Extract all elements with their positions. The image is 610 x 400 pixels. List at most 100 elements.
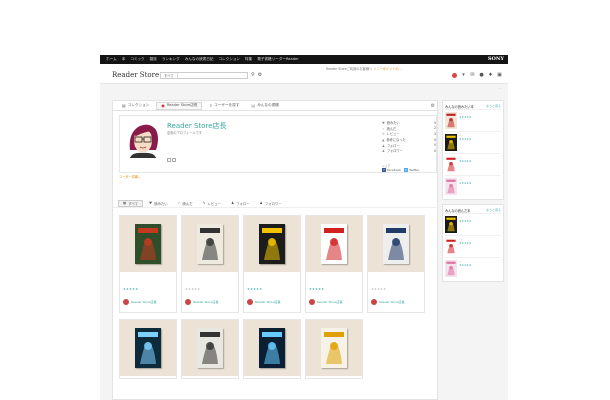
sidebar-book-item[interactable]: … ★★★★★ [445, 235, 501, 257]
book-card[interactable] [243, 319, 301, 379]
profile-meta: … [167, 151, 170, 155]
top-nav-item[interactable]: みんなの読書日記 [185, 57, 214, 62]
book-card[interactable]: ★★★★★ Reader Store店長 [305, 215, 363, 313]
twitter-share-button[interactable]: t Twitter [404, 168, 419, 172]
stat-followers[interactable]: ♟ フォロワー 0 [382, 148, 436, 154]
top-nav-item[interactable]: コミック [130, 57, 144, 62]
book-cover[interactable] [259, 224, 285, 264]
filter-label: 読んだ [182, 201, 193, 206]
mail-icon[interactable]: ✉ [470, 73, 475, 78]
more-link[interactable]: もっと見る [486, 104, 501, 108]
book-cover[interactable] [197, 224, 223, 264]
book-cover[interactable] [321, 224, 347, 264]
book-cover[interactable] [259, 328, 285, 368]
reader-store-logo[interactable]: Reader Store [112, 71, 159, 79]
filter-follow[interactable]: ♟ フォロー [227, 200, 254, 207]
sony-logo[interactable]: SONY [488, 56, 504, 62]
check-icon: ✓ [177, 201, 181, 205]
sidebar-book-rating: ★★★★★ [459, 218, 472, 223]
notice-link[interactable]: ソニーポイントの… [373, 67, 402, 71]
sidebar-book-item[interactable]: … ★★★★★ [445, 131, 501, 153]
book-card[interactable]: ★★★★★ Reader Store店長 [181, 215, 239, 313]
book-card[interactable] [181, 319, 239, 379]
more-link[interactable]: もっと見る [486, 208, 501, 212]
sidebar-book-item[interactable]: … ★★★★★ [445, 213, 501, 235]
book-reviewer[interactable]: Reader Store店長 [309, 299, 343, 305]
sidebar-book-text: … ★★★★★ [459, 260, 472, 277]
top-nav-item[interactable]: 特集 [245, 57, 252, 62]
top-nav-item[interactable]: 電子書籍リーダーReader [257, 57, 298, 62]
sidebar-book-item[interactable]: … ★★★★★ [445, 175, 501, 197]
book-reviewer[interactable]: Reader Store店長 [247, 299, 281, 305]
chevron-down-icon[interactable]: ▾ [461, 73, 466, 78]
sidebar-book-rating: ★★★★★ [459, 114, 472, 119]
sidebar-book-cover[interactable] [445, 238, 457, 255]
tab-find-users[interactable]: ⚲ ユーザーを探す [204, 102, 244, 110]
header-sublink[interactable]: … [499, 86, 502, 90]
cart-icon[interactable]: ▣ [497, 73, 502, 78]
stat-label: レビュー [386, 132, 400, 137]
sidebar-book-item[interactable]: … ★★★★★ [445, 153, 501, 175]
sidebar-book-cover[interactable] [445, 178, 457, 195]
user-avatar[interactable] [452, 73, 457, 78]
sidebar-book-cover[interactable] [445, 216, 457, 233]
facebook-icon: f [382, 168, 386, 172]
tab-label: コレクション [127, 103, 150, 107]
avatar-icon: ● [161, 103, 165, 108]
filter-review[interactable]: ✎ レビュー [199, 200, 225, 207]
book-cover[interactable] [383, 224, 409, 264]
sidebar-book-item[interactable]: … ★★★★★ [445, 257, 501, 279]
sidebar-book-cover[interactable] [445, 112, 457, 129]
filter-read[interactable]: ✓ 読んだ [174, 200, 197, 207]
search-scope-select[interactable]: すべて [161, 73, 178, 78]
tab-everyone-shelf[interactable]: ▤ みんなの書棚 [246, 102, 283, 110]
notification-icon[interactable]: ● [479, 73, 484, 78]
sidebar-panel-title: みんなの読みたい本 [445, 104, 474, 109]
book-reviewer[interactable]: Reader Store店長 [371, 299, 405, 305]
stat-label: 読みたい [386, 121, 400, 126]
book-cover[interactable] [135, 328, 161, 368]
tab-store-manager[interactable]: ● Reader Store店長 [156, 101, 203, 110]
top-nav-item[interactable]: 本 [122, 57, 126, 62]
filter-all[interactable]: ▦ すべて [118, 199, 144, 207]
book-card[interactable]: ★★★★★ Reader Store店長 [243, 215, 301, 313]
tab-collection[interactable]: ▦ コレクション [117, 102, 154, 110]
top-nav-item[interactable]: ランキング [162, 57, 180, 62]
sidebar-book-rating: ★★★★★ [459, 262, 472, 267]
book-card[interactable]: ★★★★★ Reader Store店長 [367, 215, 425, 313]
collection-icon: ▦ [122, 103, 126, 108]
top-nav-item[interactable]: コレクション [218, 57, 240, 62]
sidebar-book-item[interactable]: … ★★★★★ [445, 109, 501, 131]
search-input[interactable] [177, 73, 247, 78]
filter-followers[interactable]: ♟ フォロワー [256, 200, 286, 207]
coupon-icon[interactable]: ♦ [488, 73, 493, 78]
right-sidebar: みんなの読みたい本 もっと見る … ★★★★★ … ★★★★★ … ★★★★★ … ★★… [442, 100, 504, 400]
book-reviewer[interactable]: Reader Store店長 [185, 299, 219, 305]
book-reviewer[interactable]: Reader Store店長 [123, 299, 157, 305]
tab-label: ユーザーを探す [214, 103, 240, 107]
top-nav-item[interactable]: 雑誌 [150, 57, 157, 62]
book-card[interactable] [119, 319, 177, 379]
book-cover[interactable] [135, 224, 161, 264]
avatar [123, 299, 129, 305]
sidebar-book-cover[interactable] [445, 260, 457, 277]
stat-label: 参考になった [386, 138, 406, 143]
filter-want-to-read[interactable]: ♥ 読みたい [145, 200, 172, 207]
book-cover[interactable] [197, 328, 223, 368]
sidebar-book-cover[interactable] [445, 134, 457, 151]
sidebar-panel-want: みんなの読みたい本 もっと見る … ★★★★★ … ★★★★★ … ★★★★★ … ★★… [442, 100, 504, 200]
facebook-share-button[interactable]: f Facebook [382, 168, 401, 172]
book-cover[interactable] [321, 328, 347, 368]
book-card[interactable] [305, 319, 363, 379]
reviewer-name: Reader Store店長 [379, 300, 405, 304]
book-cover-frame [244, 216, 300, 272]
top-nav-item[interactable]: ホーム [106, 57, 117, 62]
gear-icon[interactable]: ⚙ [431, 103, 435, 109]
follower-icon: ♟ [259, 201, 263, 205]
notice-text: Reader Storeご利用のお客様へ [326, 67, 373, 71]
sidebar-book-cover[interactable] [445, 156, 457, 173]
gear-icon[interactable]: ⚙ [257, 72, 263, 78]
search-icon[interactable]: ⚲ [250, 72, 256, 78]
book-card[interactable]: ★★★★★ Reader Store店長 [119, 215, 177, 313]
header-actions: ▾ ✉ ● ♦ ▣ [452, 73, 502, 78]
